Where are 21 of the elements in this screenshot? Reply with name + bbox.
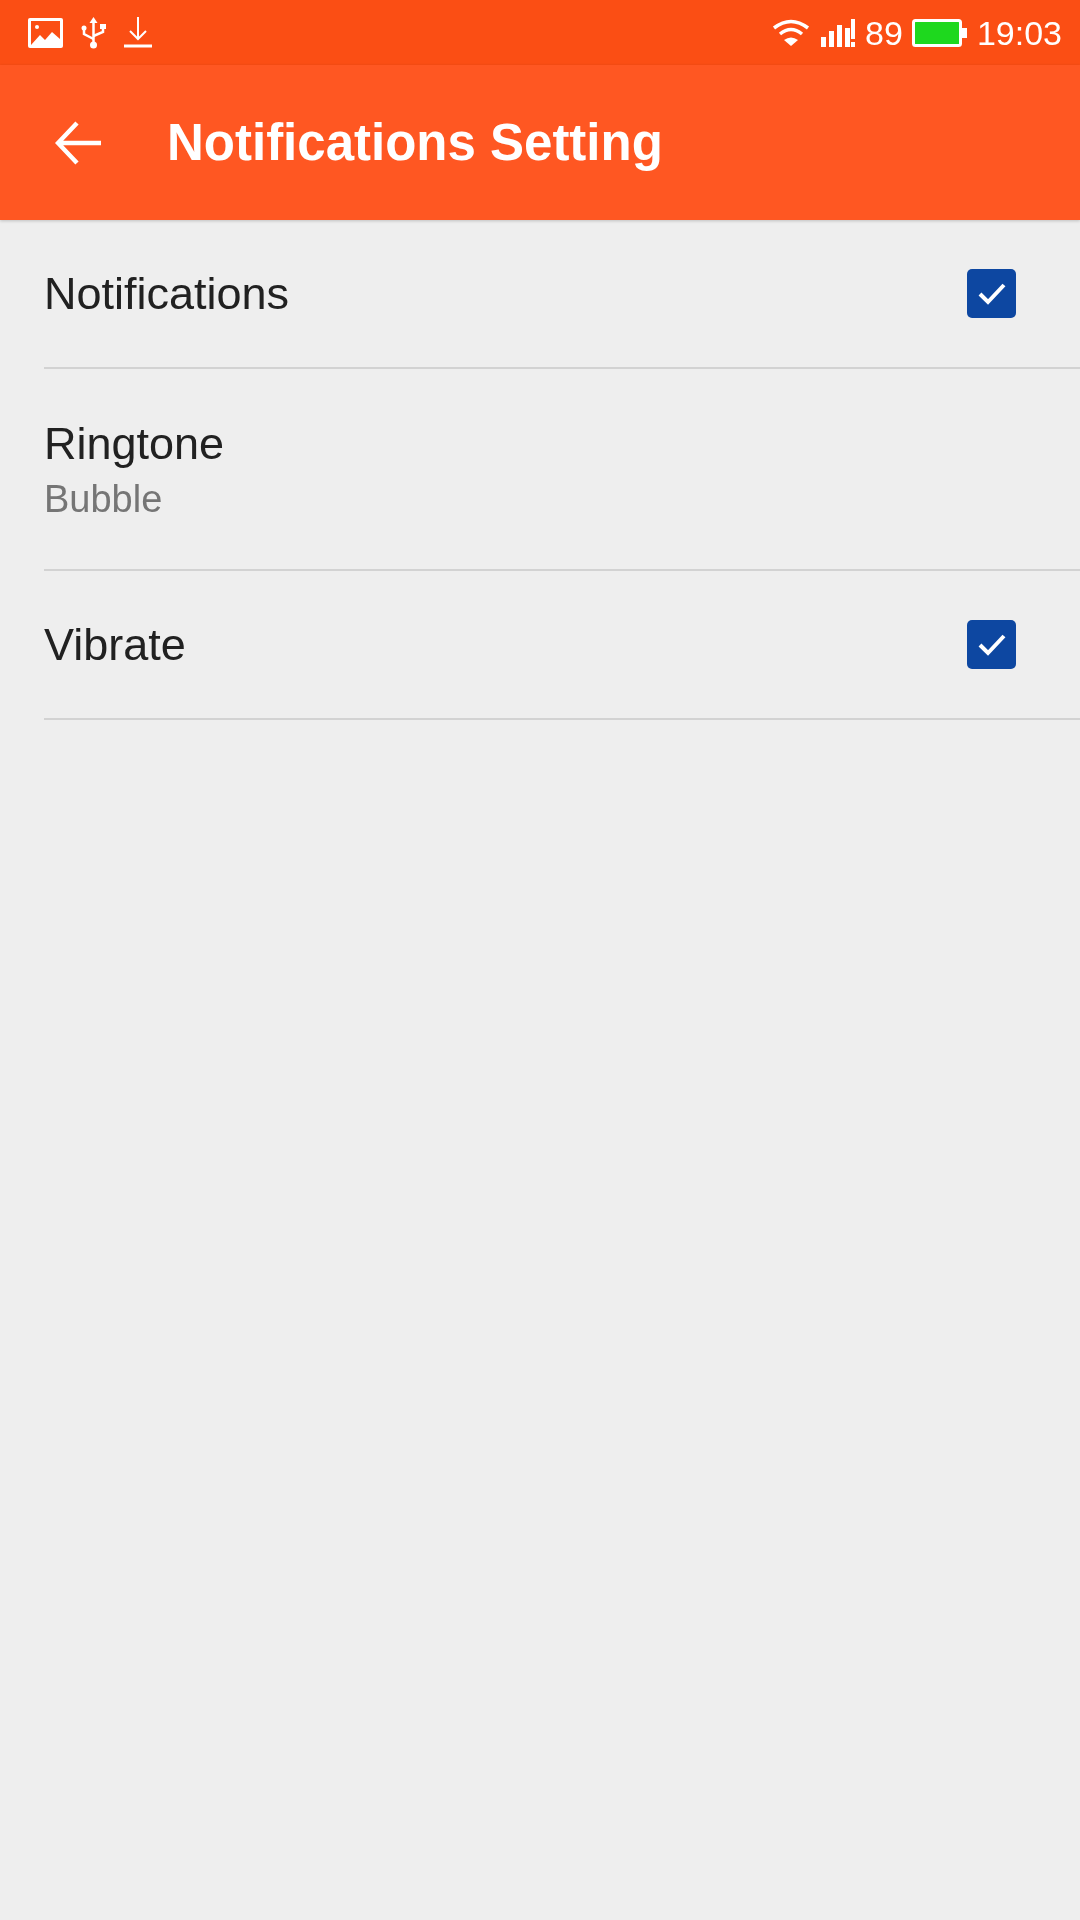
image-icon — [28, 17, 63, 48]
signal-icon — [821, 18, 856, 47]
screen-title: Notifications Setting — [167, 112, 663, 173]
setting-title: Ringtone — [44, 417, 226, 470]
setting-row[interactable]: Vibrate — [44, 571, 1080, 720]
battery-icon — [911, 18, 967, 47]
checkbox[interactable] — [967, 620, 1016, 669]
download-icon — [124, 17, 152, 48]
checkmark-icon — [976, 281, 1007, 306]
setting-summary: Bubble — [44, 476, 164, 521]
checkmark-icon — [976, 632, 1007, 657]
back-arrow-icon — [54, 120, 101, 165]
setting-title: Notifications — [44, 267, 290, 320]
checkbox[interactable] — [967, 269, 1016, 318]
setting-row[interactable]: Notifications — [44, 220, 1080, 369]
setting-row[interactable]: Ringtone Bubble — [44, 369, 1080, 571]
battery-percentage: 89 — [865, 12, 903, 53]
usb-icon — [81, 16, 106, 49]
setting-title: Vibrate — [44, 618, 186, 671]
wifi-icon — [772, 19, 811, 46]
clock-time: 19:03 — [976, 12, 1062, 53]
